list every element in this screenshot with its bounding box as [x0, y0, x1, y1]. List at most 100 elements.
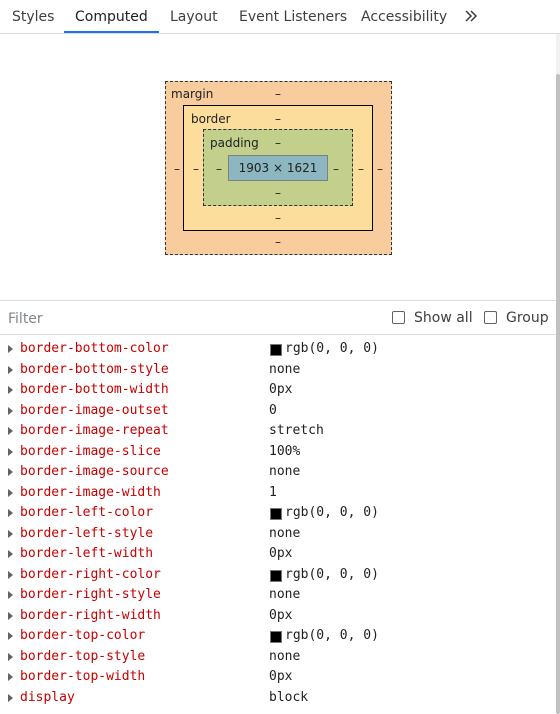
property-row[interactable]: border-bottom-style none	[0, 361, 556, 381]
property-value: none	[269, 648, 301, 664]
property-name: border-image-repeat	[20, 423, 169, 438]
property-name: display	[20, 689, 75, 705]
margin-left-value[interactable]: –	[174, 162, 180, 176]
property-value: rgb(0, 0, 0)	[285, 341, 379, 356]
expand-triangle-icon[interactable]	[8, 570, 13, 579]
padding-label: padding	[210, 136, 259, 150]
property-row[interactable]: border-top-width 0px	[0, 668, 556, 688]
property-row[interactable]: border-right-color rgb(0, 0, 0)	[0, 566, 556, 586]
property-name: border-right-color	[20, 566, 161, 582]
border-left-value[interactable]: –	[193, 162, 199, 176]
property-value: none	[269, 525, 301, 541]
property-value: block	[269, 689, 309, 705]
filter-bar: Show all Group	[0, 302, 556, 335]
property-name: border-image-outset	[20, 402, 169, 418]
property-row[interactable]: border-right-style none	[0, 586, 556, 606]
property-value: none	[269, 587, 301, 602]
show-all-checkbox[interactable]	[392, 311, 405, 324]
padding-right-value[interactable]: –	[333, 162, 339, 176]
property-row[interactable]: border-left-style none	[0, 525, 556, 545]
expand-triangle-icon[interactable]	[8, 386, 13, 394]
chevron-double-right-icon[interactable]	[464, 9, 478, 23]
scrollbar-thumb[interactable]	[556, 74, 560, 714]
expand-triangle-icon[interactable]	[8, 611, 13, 620]
property-name: border-right-width	[20, 607, 161, 623]
property-row[interactable]: border-image-width 1	[0, 484, 556, 504]
expand-triangle-icon[interactable]	[8, 427, 13, 435]
property-row[interactable]: border-bottom-width 0px	[0, 381, 556, 401]
property-value: 0px	[269, 546, 293, 561]
property-row[interactable]: border-image-slice 100%	[0, 443, 556, 463]
content-box[interactable]: 1903 × 1621	[228, 155, 328, 181]
property-name: border-bottom-style	[20, 361, 169, 377]
property-value: 0px	[269, 382, 293, 397]
show-all-label[interactable]: Show all	[414, 310, 473, 326]
property-row[interactable]: display block	[0, 689, 556, 705]
margin-right-value[interactable]: –	[377, 162, 383, 176]
active-tab-indicator	[64, 31, 159, 33]
tab-layout[interactable]: Layout	[170, 0, 218, 34]
vertical-scrollbar[interactable]	[556, 34, 560, 714]
color-swatch[interactable]	[270, 344, 282, 356]
property-value: rgb(0, 0, 0)	[285, 566, 379, 582]
property-value: none	[269, 464, 301, 479]
property-name: border-left-color	[20, 505, 154, 520]
property-name: border-right-style	[20, 587, 161, 602]
computed-properties-list: border-bottom-color rgb(0, 0, 0) border-bo…	[0, 340, 556, 704]
border-label: border	[191, 112, 231, 126]
property-row[interactable]: border-left-color rgb(0, 0, 0)	[0, 504, 556, 524]
property-name: border-bottom-color	[20, 341, 169, 356]
property-row[interactable]: border-left-width 0px	[0, 545, 556, 565]
property-name: border-left-width	[20, 546, 154, 561]
expand-triangle-icon[interactable]	[8, 345, 13, 353]
expand-triangle-icon[interactable]	[8, 632, 13, 640]
border-right-value[interactable]: –	[358, 162, 364, 176]
tab-accessibility[interactable]: Accessibility	[361, 0, 447, 34]
expand-triangle-icon[interactable]	[8, 529, 13, 538]
expand-triangle-icon[interactable]	[8, 488, 13, 497]
padding-top-value[interactable]: –	[275, 136, 281, 150]
property-row[interactable]: border-image-outset 0	[0, 402, 556, 422]
expand-triangle-icon[interactable]	[8, 550, 13, 558]
property-value: rgb(0, 0, 0)	[285, 628, 379, 643]
margin-top-value[interactable]: –	[275, 87, 281, 101]
margin-label: margin	[171, 87, 214, 101]
expand-triangle-icon[interactable]	[8, 673, 13, 681]
padding-left-value[interactable]: –	[216, 162, 222, 176]
filter-input[interactable]	[8, 308, 308, 330]
property-value: 1	[269, 484, 277, 500]
devtools-tab-bar: Styles Computed Layout Event Listeners A…	[0, 0, 560, 34]
property-row[interactable]: border-bottom-color rgb(0, 0, 0)	[0, 340, 556, 360]
property-row[interactable]: border-top-color rgb(0, 0, 0)	[0, 627, 556, 647]
group-label[interactable]: Group	[506, 310, 549, 326]
expand-triangle-icon[interactable]	[8, 468, 13, 476]
property-row[interactable]: border-top-style none	[0, 648, 556, 668]
property-name: border-image-width	[20, 484, 161, 500]
expand-triangle-icon[interactable]	[8, 365, 13, 374]
expand-triangle-icon[interactable]	[8, 447, 13, 456]
expand-triangle-icon[interactable]	[8, 406, 13, 415]
property-value: 0	[269, 402, 277, 418]
margin-bottom-value[interactable]: –	[275, 235, 281, 249]
property-name: border-top-style	[20, 648, 146, 664]
padding-bottom-value[interactable]: –	[275, 186, 281, 200]
group-checkbox[interactable]	[484, 311, 497, 324]
expand-triangle-icon[interactable]	[8, 509, 13, 517]
tab-computed[interactable]: Computed	[75, 0, 148, 34]
property-row[interactable]: border-image-repeat stretch	[0, 422, 556, 442]
expand-triangle-icon[interactable]	[8, 652, 13, 661]
property-value: 0px	[269, 607, 293, 623]
property-name: border-top-width	[20, 669, 146, 684]
expand-triangle-icon[interactable]	[8, 591, 13, 599]
border-top-value[interactable]: –	[275, 112, 281, 126]
property-name: border-bottom-width	[20, 382, 169, 397]
property-row[interactable]: border-image-source none	[0, 463, 556, 483]
color-swatch[interactable]	[270, 508, 282, 520]
color-swatch[interactable]	[270, 631, 282, 643]
property-row[interactable]: border-right-width 0px	[0, 607, 556, 627]
border-bottom-value[interactable]: –	[275, 211, 281, 225]
tab-event-listeners[interactable]: Event Listeners	[239, 0, 347, 34]
color-swatch[interactable]	[270, 569, 282, 582]
tab-styles[interactable]: Styles	[12, 0, 54, 34]
expand-triangle-icon[interactable]	[8, 693, 13, 702]
